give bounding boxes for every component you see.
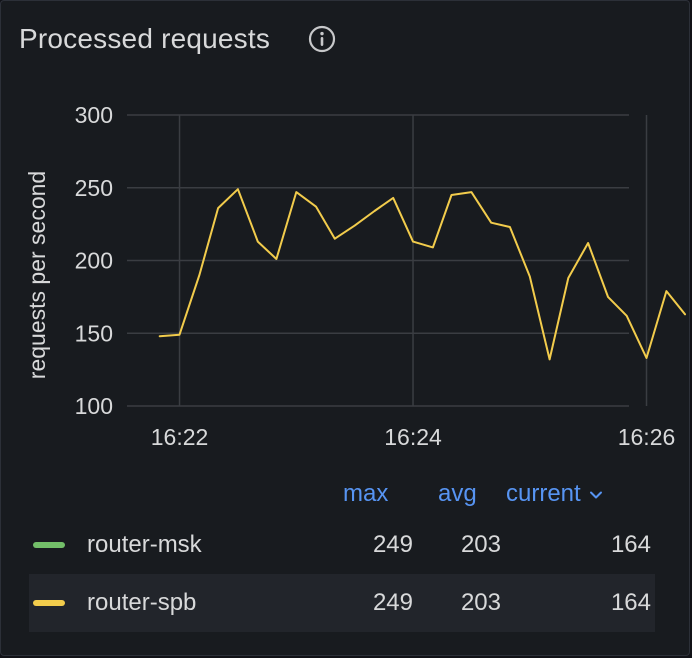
x-tick-label: 16:26 (618, 424, 676, 450)
legend-row-router-msk[interactable]: router-msk 249 203 164 (29, 516, 655, 574)
legend-swatch (33, 600, 65, 606)
grid-lines (127, 114, 648, 407)
legend-max-value: 249 (372, 589, 413, 616)
x-tick-label: 16:24 (384, 424, 442, 450)
chevron-down-icon (589, 491, 602, 499)
legend-swatch (33, 542, 65, 548)
panel: Processed requests 100 150 200 250 300 16:22… (0, 0, 690, 656)
legend-col-max[interactable]: max (343, 480, 388, 508)
y-tick-label: 250 (75, 175, 113, 201)
legend-header: max avg current (1, 479, 691, 509)
legend-col-current[interactable]: current (506, 480, 603, 508)
legend-current-value: 164 (610, 531, 651, 558)
legend-series-name: router-msk (87, 531, 202, 558)
y-axis-label: requests per second (24, 171, 50, 379)
legend-series-name: router-spb (87, 589, 197, 616)
x-axis-ticks: 16:22 16:24 16:26 (151, 424, 676, 450)
y-tick-label: 150 (75, 320, 113, 346)
legend-max-value: 249 (372, 531, 413, 558)
y-tick-label: 100 (75, 393, 113, 419)
y-axis-ticks: 100 150 200 250 300 (75, 102, 113, 419)
y-tick-label: 300 (75, 102, 113, 128)
y-tick-label: 200 (75, 248, 113, 274)
chart[interactable]: 100 150 200 250 300 16:22 16:24 16:26 requests… (1, 1, 691, 471)
legend-current-value: 164 (610, 589, 651, 616)
legend-col-avg[interactable]: avg (438, 480, 477, 508)
x-tick-label: 16:22 (151, 424, 209, 450)
legend-avg-value: 203 (460, 531, 501, 558)
legend-avg-value: 203 (460, 589, 501, 616)
legend-col-current-label: current (506, 480, 581, 507)
legend-row-router-spb[interactable]: router-spb 249 203 164 (29, 574, 655, 632)
